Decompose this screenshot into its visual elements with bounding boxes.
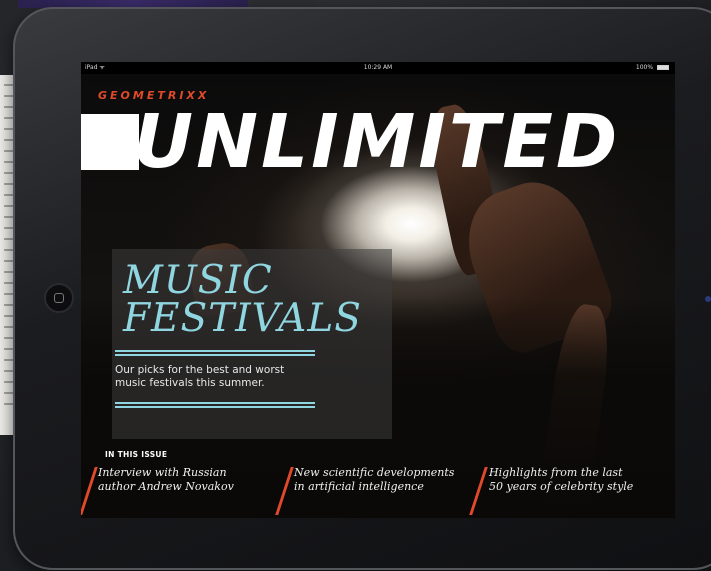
masthead-bar bbox=[81, 114, 139, 170]
status-time: 10:29 AM bbox=[363, 64, 393, 71]
teaser-line: Interview with Russian bbox=[98, 466, 227, 479]
feature-rule-bottom bbox=[115, 402, 315, 404]
tablet-screen: iPad ᯤ 10:29 AM 100% GEOMETRIXX UNLIMITE… bbox=[81, 62, 675, 518]
teaser-line: Highlights from the last bbox=[489, 466, 623, 479]
teaser-line: in artificial intelligence bbox=[294, 480, 424, 493]
in-this-issue-heading: IN THIS ISSUE bbox=[105, 450, 168, 459]
feature-description: Our picks for the best and worst music f… bbox=[115, 364, 285, 389]
feature-rule-bottom-2 bbox=[115, 406, 315, 408]
feature-title[interactable]: MUSIC FESTIVALS bbox=[123, 258, 362, 341]
feature-rule-top bbox=[115, 350, 315, 352]
teaser-line: author Andrew Novakov bbox=[98, 480, 234, 493]
teaser-line: 50 years of celebrity style bbox=[489, 480, 634, 493]
battery-percent: 100% bbox=[635, 64, 654, 71]
camera-icon bbox=[705, 296, 711, 302]
teaser-item-2[interactable]: New scientific developments in artificia… bbox=[294, 466, 454, 494]
status-bar: iPad ᯤ 10:29 AM 100% bbox=[81, 62, 675, 74]
feature-rule-top-2 bbox=[115, 354, 315, 356]
feature-title-line2: FESTIVALS bbox=[123, 296, 362, 341]
magazine-masthead: UNLIMITED bbox=[133, 99, 621, 185]
teaser-item-1[interactable]: Interview with Russian author Andrew Nov… bbox=[98, 466, 234, 494]
battery-icon bbox=[657, 65, 669, 70]
home-button[interactable] bbox=[44, 283, 74, 313]
feature-title-line1: MUSIC bbox=[123, 258, 273, 303]
teaser-item-3[interactable]: Highlights from the last 50 years of cel… bbox=[489, 466, 633, 494]
battery-indicator: 100% bbox=[636, 62, 669, 74]
teaser-line: New scientific developments bbox=[294, 466, 455, 479]
